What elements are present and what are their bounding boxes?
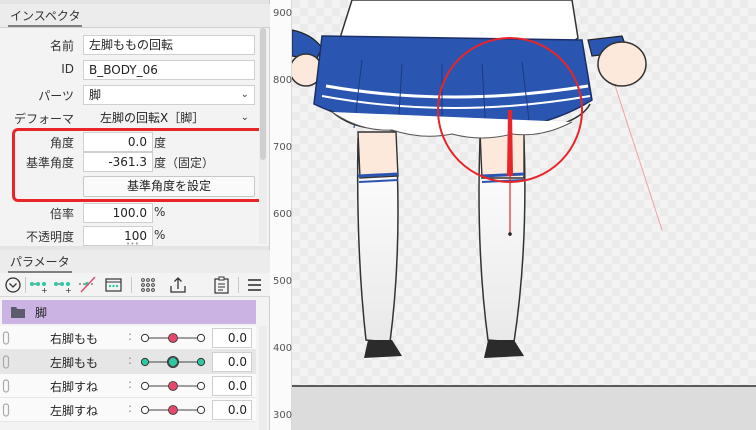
parameter-label: 左脚すね (50, 404, 99, 418)
slider-min-key (140, 333, 150, 343)
parameter-scrollbar[interactable] (259, 326, 267, 430)
parameter-label: 右脚もも (50, 332, 99, 346)
parameter-colon: : (128, 401, 133, 415)
slider-max-key (196, 357, 206, 367)
name-field[interactable]: 左脚ももの回転 (83, 35, 255, 55)
parameter-toolbar: + + (0, 273, 270, 297)
parameter-row[interactable]: 右脚すね: 0.0 (0, 374, 256, 398)
svg-text:+: + (65, 286, 72, 294)
parameter-group-legs[interactable]: 脚 (2, 300, 256, 324)
ruler-tick-label: 900 (273, 8, 293, 19)
parameter-colon: : (128, 377, 133, 391)
slider-knob (168, 333, 178, 343)
link-icon (2, 331, 10, 345)
ruler-tick-label: 400 (273, 343, 293, 354)
scale-row: 倍率 100.0 % (0, 201, 266, 225)
parameter-value-input[interactable]: 0.0 (212, 328, 252, 348)
chevron-down-icon: ⌄ (240, 112, 249, 123)
parameter-value-input[interactable]: 0.0 (212, 400, 252, 420)
inspector-scrollbar-thumb[interactable] (260, 28, 266, 160)
slider-min-key (140, 357, 150, 367)
name-label: 名前 (49, 39, 74, 53)
chevron-down-icon: ⌄ (240, 89, 249, 100)
parameter-row[interactable]: 左脚すね: 0.0 (0, 398, 256, 422)
slider-knob (168, 381, 178, 391)
folder-icon (11, 307, 25, 318)
parameter-group-label: 脚 (35, 306, 48, 320)
parameter-label: 右脚すね (50, 380, 99, 394)
svg-text:+: + (41, 286, 48, 294)
slider-min-key (140, 405, 150, 415)
ruler-tick-label: 700 (273, 142, 293, 153)
link-icon (2, 355, 10, 369)
parameter-value-input[interactable]: 0.0 (212, 352, 252, 372)
ruler-tick-label: 800 (273, 75, 293, 86)
parameter-colon: : (128, 353, 133, 367)
dropdown-circle-icon[interactable] (4, 276, 24, 294)
opacity-unit: % (154, 228, 166, 242)
link-icon (2, 403, 10, 417)
clipboard-icon[interactable] (212, 276, 232, 294)
tab-parameters[interactable]: パラメータ (8, 254, 72, 273)
id-row: ID B_BODY_06 (0, 58, 266, 82)
parameter-slider[interactable] (138, 354, 208, 370)
character-artwork (292, 0, 756, 430)
scale-label: 倍率 (49, 207, 74, 221)
opacity-input[interactable]: 100 (83, 226, 153, 246)
slider-min-key (140, 381, 150, 391)
add-keys-icon[interactable]: + (29, 276, 49, 294)
export-icon[interactable] (168, 276, 188, 294)
id-label: ID (61, 62, 74, 76)
slider-knob (168, 405, 178, 415)
parameter-slider[interactable] (138, 378, 208, 394)
parts-select[interactable]: 脚 ⌄ (83, 85, 255, 105)
inspector-tabbar: インスペクタ (0, 4, 270, 28)
menu-icon[interactable] (245, 276, 265, 294)
toolbar-separator (131, 277, 132, 293)
link-icon (2, 379, 10, 393)
ruler-tick-label: 600 (273, 209, 293, 220)
delete-keys-icon[interactable] (78, 276, 98, 294)
parameter-label: 左脚もも (50, 356, 99, 370)
parameter-row[interactable]: 左脚もも: 0.0 (0, 350, 256, 374)
id-field[interactable]: B_BODY_06 (83, 60, 255, 80)
opacity-label: 不透明度 (25, 230, 74, 244)
name-row: 名前 左脚ももの回転 (0, 33, 266, 57)
keyform-list-icon[interactable] (104, 276, 124, 294)
canvas-viewport[interactable]: 900 800 700 600 500 400 300 (270, 0, 756, 430)
ruler-tick-label: 500 (273, 276, 293, 287)
deformer-row: デフォーマ 左脚の回転X［脚］ ⌄ (0, 106, 266, 130)
tab-inspector[interactable]: インスペクタ (8, 8, 83, 27)
deformer-select[interactable]: 左脚の回転X［脚］ ⌄ (83, 108, 255, 128)
slider-max-key (196, 333, 206, 343)
toolbar-separator (238, 277, 239, 293)
slider-max-key (196, 405, 206, 415)
inspector-scrollbar[interactable] (259, 28, 267, 244)
scale-unit: % (154, 205, 166, 219)
scale-input[interactable]: 100.0 (83, 203, 153, 223)
toolbar-separator (25, 277, 26, 293)
vertical-ruler: 900 800 700 600 500 400 300 (270, 0, 292, 430)
parameter-slider[interactable] (138, 402, 208, 418)
deformer-select-value: 左脚の回転X［脚］ (100, 111, 205, 125)
parts-select-value: 脚 (89, 88, 102, 102)
parameter-row[interactable]: 右脚もも: 0.0 (0, 326, 256, 350)
left-panel: インスペクタ 名前 左脚ももの回転 ID B_BODY_06 パーツ 脚 ⌄ デ… (0, 0, 270, 430)
parts-label: パーツ (38, 89, 74, 103)
parameter-colon: : (128, 329, 133, 343)
grid-dots-icon[interactable] (138, 276, 158, 294)
parameter-slider[interactable] (138, 330, 208, 346)
deformer-label: デフォーマ (13, 112, 74, 126)
parameter-value-input[interactable]: 0.0 (212, 376, 252, 396)
highlight-box (12, 128, 265, 202)
add-keys-alt-icon[interactable]: + (53, 276, 73, 294)
slider-max-key (196, 381, 206, 391)
slider-knob (168, 357, 178, 367)
parts-row: パーツ 脚 ⌄ (0, 83, 266, 107)
ruler-tick-label: 300 (273, 410, 293, 421)
parameter-tabbar: パラメータ (0, 250, 270, 274)
